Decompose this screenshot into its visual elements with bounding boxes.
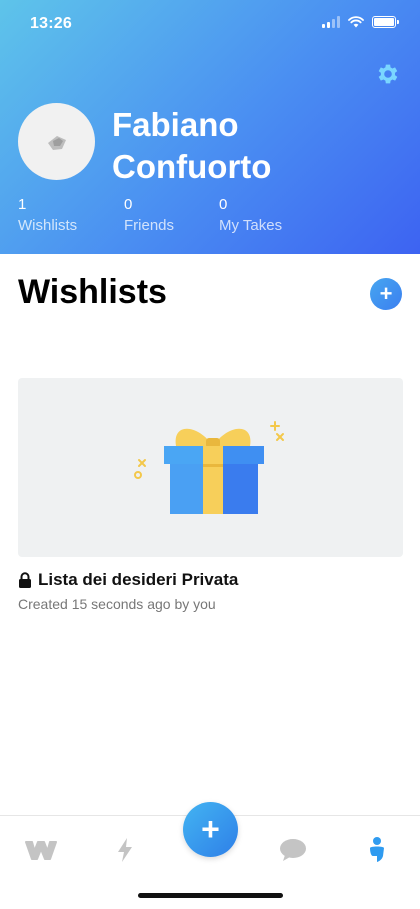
wishlist-title-text: Lista dei desideri Privata — [38, 570, 239, 589]
stat-friends-count: 0 — [124, 196, 133, 213]
avatar-placeholder-icon — [47, 135, 66, 150]
stat-my-takes-label: My Takes — [219, 217, 283, 234]
avatar[interactable] — [18, 103, 95, 180]
wifi-icon — [348, 16, 364, 28]
stat-friends[interactable]: 0 Friends — [124, 196, 174, 234]
wishlist-meta: Created 15 seconds ago by you — [18, 596, 216, 612]
create-button[interactable]: + — [183, 802, 238, 857]
status-icons — [322, 16, 399, 28]
wishlist-title[interactable]: Lista dei desideri Privata — [18, 570, 238, 590]
wishes-logo-icon — [25, 841, 57, 860]
gear-icon — [378, 64, 398, 84]
gift-icon — [134, 421, 284, 514]
stat-wishlists[interactable]: 1 Wishlists — [18, 196, 77, 234]
stat-wishlists-count: 1 — [18, 196, 27, 213]
tab-home[interactable] — [19, 830, 63, 870]
user-first-name: Fabiano — [112, 106, 239, 143]
wishlist-card[interactable] — [18, 378, 403, 557]
lightning-icon — [118, 838, 132, 862]
chat-bubble-icon — [280, 839, 306, 861]
profile-icon — [370, 837, 384, 862]
stat-my-takes-count: 0 — [219, 196, 228, 213]
stat-friends-label: Friends — [124, 217, 175, 234]
settings-button[interactable] — [372, 58, 404, 90]
signal-icon — [322, 16, 340, 28]
status-time: 13:26 — [30, 15, 72, 32]
battery-icon — [372, 16, 399, 28]
user-last-name: Confuorto — [112, 148, 272, 185]
stat-wishlists-label: Wishlists — [18, 217, 78, 234]
wishlists-title: Wishlists — [18, 273, 167, 311]
add-wishlist-button[interactable]: + — [370, 278, 402, 310]
stat-my-takes[interactable]: 0 My Takes — [219, 196, 282, 234]
tab-messages[interactable] — [271, 830, 315, 870]
home-indicator — [138, 893, 283, 898]
lock-icon — [19, 572, 31, 588]
user-name: Fabiano Confuorto — [112, 104, 271, 188]
tab-activity[interactable] — [103, 830, 147, 870]
profile-header: 13:26 Fabiano Confuorto 1 Wishlists 0 Fr… — [0, 0, 420, 254]
tab-profile[interactable] — [355, 830, 399, 870]
